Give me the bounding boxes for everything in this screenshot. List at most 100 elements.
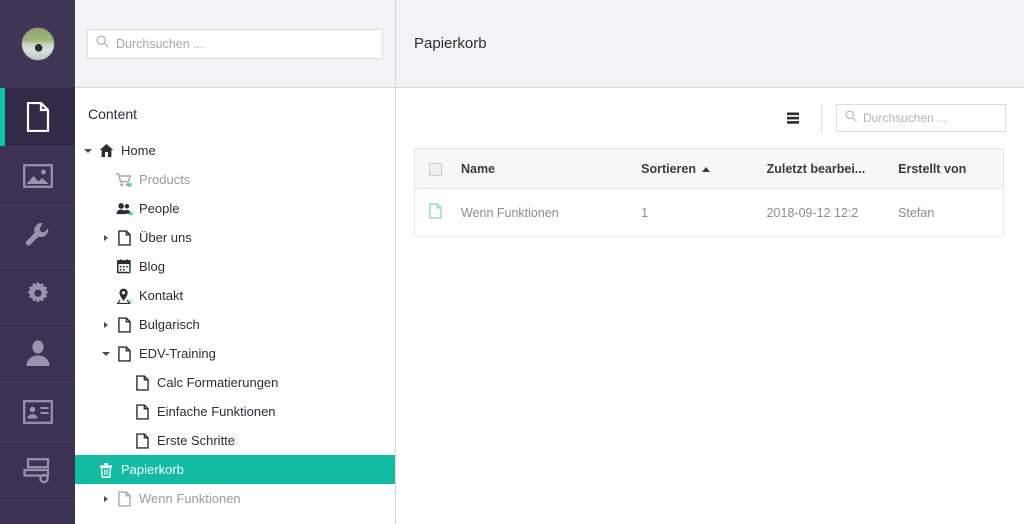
tree-item-blog[interactable]: Blog — [75, 252, 395, 281]
tree-section-title: Content — [88, 106, 138, 122]
tree-item-label: Home — [121, 143, 156, 158]
tree-item-label: Wenn Funktionen — [139, 491, 241, 506]
tree-rows: Home Products People Über uns Blog Kontakt Bul… — [75, 136, 395, 513]
table-body: Wenn Funktionen 1 2018-09-12 12:2 Stefan — [414, 188, 1004, 237]
tree-item-label: Blog — [139, 259, 166, 274]
tree-item-papierkorb[interactable]: Papierkorb — [75, 455, 395, 484]
tree-column: Content Home Products People Über uns Blog Ko… — [75, 0, 396, 524]
cell-name: Wenn Funktionen — [454, 188, 636, 237]
search-icon — [845, 109, 857, 127]
rail-item-settings[interactable] — [0, 206, 75, 265]
umbraco-backoffice: Content Home Products People Über uns Blog Ko… — [0, 0, 1024, 524]
rail-item-media[interactable] — [0, 147, 75, 206]
tree-item-products[interactable]: Products — [75, 165, 395, 194]
tree-item-people[interactable]: People — [75, 194, 395, 223]
tree-item-edv-training[interactable]: EDV-Training — [75, 339, 395, 368]
rail-item-users[interactable] — [0, 324, 75, 383]
table-row[interactable]: Wenn Funktionen 1 2018-09-12 12:2 Stefan — [414, 188, 1004, 237]
media-image-icon — [22, 164, 53, 188]
mappin-icon — [113, 288, 135, 304]
tree-item-erste-schritte[interactable]: Erste Schritte — [75, 426, 395, 455]
tree-item-calc-formatierungen[interactable]: Calc Formatierungen — [75, 368, 395, 397]
header-erstellt-von-label: Erstellt von — [898, 161, 967, 176]
tree-item-label: Products — [139, 172, 191, 187]
cell-sortieren: 1 — [635, 188, 761, 237]
rail-item-members[interactable] — [0, 383, 75, 442]
members-idcard-icon — [22, 400, 53, 424]
header-zuletzt-bearbeitet-label: Zuletzt bearbei... — [766, 161, 866, 176]
app-rail — [0, 0, 75, 524]
tree-item-label: EDV-Training — [139, 346, 216, 361]
select-all-checkbox[interactable] — [429, 162, 442, 176]
forms-layout-icon — [22, 458, 53, 484]
chevron-down-icon[interactable] — [81, 148, 95, 153]
content-tree: Content Home Products People Über uns Blog Ko… — [75, 88, 395, 524]
tree-item-bulgarisch[interactable]: Bulgarisch — [75, 310, 395, 339]
tree-item-label: Papierkorb — [121, 462, 184, 477]
avatar-cell — [0, 0, 75, 88]
rail-item-developer[interactable] — [0, 265, 75, 324]
tree-search-input[interactable] — [88, 29, 382, 58]
header-name-label: Name — [460, 161, 496, 176]
header-zuletzt-bearbeitet[interactable]: Zuletzt bearbei... — [760, 148, 893, 189]
toolbar-divider — [821, 104, 822, 132]
people-icon — [113, 202, 135, 216]
tree-item-label: Calc Formatierungen — [157, 375, 279, 390]
avatar[interactable] — [20, 27, 55, 61]
chevron-down-icon[interactable] — [99, 351, 113, 356]
cart-icon — [113, 172, 135, 187]
table-header-row: Name Sortieren Zuletzt bearbei... Erstel… — [414, 148, 1004, 189]
listview-search-input[interactable] — [837, 105, 1005, 131]
tree-item-wenn-funktionen[interactable]: Wenn Funktionen — [75, 484, 395, 513]
header-select-all[interactable] — [414, 148, 455, 189]
tree-item-home[interactable]: Home — [75, 136, 395, 165]
tree-item-ber-uns[interactable]: Über uns — [75, 223, 395, 252]
row-select-cell[interactable] — [414, 188, 455, 237]
tree-item-label: People — [139, 201, 180, 216]
home-icon — [95, 143, 117, 158]
document-icon — [131, 432, 153, 449]
listview-toolbar — [396, 88, 1024, 148]
tree-search-bar — [75, 0, 395, 88]
list-view-icon[interactable] — [779, 104, 807, 132]
chevron-right-icon[interactable] — [99, 234, 113, 241]
calendar-icon — [113, 259, 135, 274]
listview-table-wrap: Name Sortieren Zuletzt bearbei... Erstel… — [396, 148, 1024, 237]
tree-item-kontakt[interactable]: Kontakt — [75, 281, 395, 310]
rail-item-content[interactable] — [0, 88, 75, 147]
header-sortieren[interactable]: Sortieren — [635, 148, 761, 189]
header-erstellt-von[interactable]: Erstellt von — [892, 148, 1004, 189]
settings-wrench-icon — [24, 221, 52, 249]
chevron-right-icon[interactable] — [99, 495, 113, 502]
table-head: Name Sortieren Zuletzt bearbei... Erstel… — [414, 148, 1004, 189]
tree-item-label: Einfache Funktionen — [157, 404, 276, 419]
document-icon — [113, 229, 135, 246]
trash-icon — [95, 462, 117, 478]
tree-item-label: Kontakt — [139, 288, 184, 303]
sort-asc-icon — [702, 166, 710, 172]
tree-item-label: Über uns — [139, 230, 192, 245]
header-sortieren-label: Sortieren — [641, 161, 696, 176]
chevron-right-icon[interactable] — [99, 321, 113, 328]
document-icon — [429, 203, 442, 222]
document-icon — [113, 316, 135, 333]
rail-item-forms[interactable] — [0, 442, 75, 501]
document-icon — [113, 345, 135, 362]
main-header: Papierkorb — [396, 0, 1024, 88]
listview-table: Name Sortieren Zuletzt bearbei... Erstel… — [414, 148, 1004, 237]
document-icon — [131, 374, 153, 391]
cell-erstellt-von: Stefan — [892, 188, 1004, 237]
content-document-icon — [25, 102, 51, 132]
developer-gear-icon — [24, 280, 52, 308]
listview-search-box[interactable] — [836, 104, 1006, 132]
document-icon — [131, 403, 153, 420]
header-name[interactable]: Name — [454, 148, 636, 189]
tree-search-box[interactable] — [87, 28, 383, 59]
cell-zuletzt-bearbeitet: 2018-09-12 12:2 — [760, 188, 893, 237]
tree-item-label: Bulgarisch — [139, 317, 200, 332]
tree-item-einfache-funktionen[interactable]: Einfache Funktionen — [75, 397, 395, 426]
main-content: Papierkorb Durchsuchen ... Name Sortiere… — [396, 0, 1024, 524]
search-icon — [96, 34, 109, 53]
page-title: Papierkorb — [414, 35, 487, 52]
document-icon — [113, 490, 135, 507]
